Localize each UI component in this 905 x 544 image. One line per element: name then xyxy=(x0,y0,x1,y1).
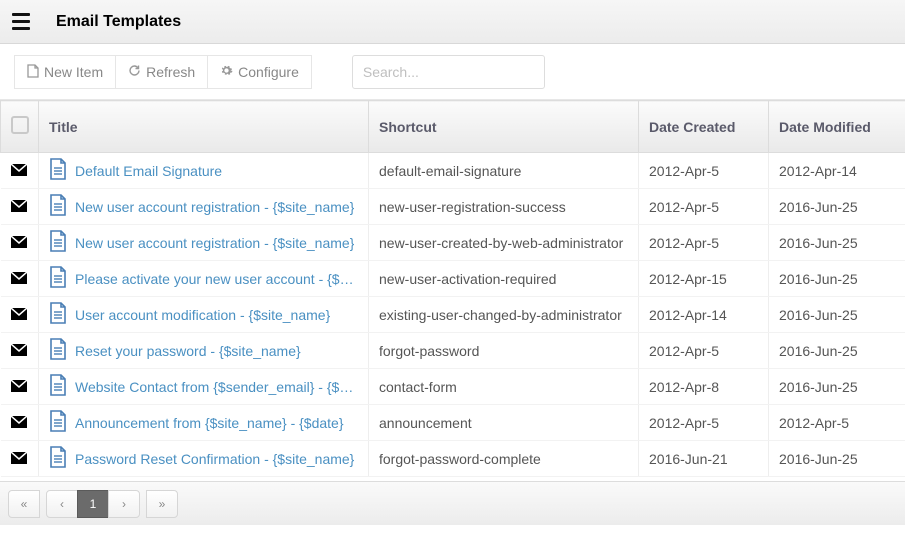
col-header-select xyxy=(1,101,39,153)
template-title-link[interactable]: Website Contact from {$sender_email} - {… xyxy=(75,379,358,395)
document-icon xyxy=(49,446,67,471)
col-header-shortcut[interactable]: Shortcut xyxy=(369,101,639,153)
template-shortcut: announcement xyxy=(369,405,639,441)
template-created: 2012-Apr-8 xyxy=(639,369,769,405)
template-modified: 2016-Jun-25 xyxy=(769,297,905,333)
header-bar: Email Templates xyxy=(0,0,905,44)
template-modified: 2016-Jun-25 xyxy=(769,369,905,405)
template-title-link[interactable]: New user account registration - {$site_n… xyxy=(75,235,354,251)
search-input[interactable] xyxy=(352,55,545,89)
document-icon xyxy=(49,266,67,291)
template-modified: 2016-Jun-25 xyxy=(769,441,905,477)
template-created: 2012-Apr-5 xyxy=(639,189,769,225)
configure-label: Configure xyxy=(238,64,299,80)
envelope-icon[interactable] xyxy=(11,343,27,359)
table-row: Reset your password - {$site_name} forgo… xyxy=(1,333,905,369)
new-item-button[interactable]: New Item xyxy=(14,55,116,89)
menu-icon[interactable] xyxy=(10,9,34,34)
template-title-link[interactable]: Password Reset Confirmation - {$site_nam… xyxy=(75,451,354,467)
page-prev-button[interactable]: ‹ xyxy=(46,490,78,518)
template-shortcut: forgot-password xyxy=(369,333,639,369)
table-row: New user account registration - {$site_n… xyxy=(1,189,905,225)
template-shortcut: contact-form xyxy=(369,369,639,405)
col-header-title[interactable]: Title xyxy=(39,101,369,153)
templates-table: Title Shortcut Date Created Date Modifie… xyxy=(0,100,905,477)
table-row: Announcement from {$site_name} - {$date}… xyxy=(1,405,905,441)
template-modified: 2012-Apr-5 xyxy=(769,405,905,441)
template-shortcut: existing-user-changed-by-administrator xyxy=(369,297,639,333)
template-shortcut: forgot-password-complete xyxy=(369,441,639,477)
template-modified: 2012-Apr-14 xyxy=(769,153,905,189)
envelope-icon[interactable] xyxy=(11,415,27,431)
page-title: Email Templates xyxy=(56,13,181,31)
col-header-modified[interactable]: Date Modified xyxy=(769,101,905,153)
template-created: 2012-Apr-15 xyxy=(639,261,769,297)
configure-button[interactable]: Configure xyxy=(207,55,312,89)
document-icon xyxy=(49,302,67,327)
toolbar: New Item Refresh Configure xyxy=(0,44,905,100)
new-item-label: New Item xyxy=(44,64,103,80)
template-shortcut: new-user-activation-required xyxy=(369,261,639,297)
template-title-link[interactable]: New user account registration - {$site_n… xyxy=(75,199,354,215)
page-next-button[interactable]: › xyxy=(108,490,140,518)
template-modified: 2016-Jun-25 xyxy=(769,225,905,261)
template-modified: 2016-Jun-25 xyxy=(769,189,905,225)
document-icon xyxy=(49,230,67,255)
template-title-link[interactable]: User account modification - {$site_name} xyxy=(75,307,330,323)
envelope-icon[interactable] xyxy=(11,199,27,215)
template-title-link[interactable]: Default Email Signature xyxy=(75,163,222,179)
pagination: « ‹ 1 › » xyxy=(0,481,905,525)
page-first-button[interactable]: « xyxy=(8,490,40,518)
document-icon xyxy=(49,410,67,435)
template-title-link[interactable]: Reset your password - {$site_name} xyxy=(75,343,301,359)
template-modified: 2016-Jun-25 xyxy=(769,333,905,369)
template-shortcut: new-user-created-by-web-administrator xyxy=(369,225,639,261)
refresh-label: Refresh xyxy=(146,64,195,80)
table-row: Password Reset Confirmation - {$site_nam… xyxy=(1,441,905,477)
envelope-icon[interactable] xyxy=(11,235,27,251)
template-created: 2012-Apr-14 xyxy=(639,297,769,333)
select-all-checkbox[interactable] xyxy=(11,116,29,134)
table-row: New user account registration - {$site_n… xyxy=(1,225,905,261)
template-shortcut: default-email-signature xyxy=(369,153,639,189)
template-modified: 2016-Jun-25 xyxy=(769,261,905,297)
refresh-button[interactable]: Refresh xyxy=(115,55,208,89)
envelope-icon[interactable] xyxy=(11,163,27,179)
envelope-icon[interactable] xyxy=(11,379,27,395)
file-icon xyxy=(27,64,39,80)
page-1-button[interactable]: 1 xyxy=(77,490,109,518)
template-title-link[interactable]: Please activate your new user account - … xyxy=(75,271,358,287)
template-shortcut: new-user-registration-success xyxy=(369,189,639,225)
page-last-button[interactable]: » xyxy=(146,490,178,518)
template-title-link[interactable]: Announcement from {$site_name} - {$date} xyxy=(75,415,344,431)
gear-icon xyxy=(220,64,233,79)
template-created: 2012-Apr-5 xyxy=(639,405,769,441)
document-icon xyxy=(49,158,67,183)
template-created: 2012-Apr-5 xyxy=(639,225,769,261)
template-created: 2012-Apr-5 xyxy=(639,333,769,369)
template-created: 2016-Jun-21 xyxy=(639,441,769,477)
document-icon xyxy=(49,194,67,219)
envelope-icon[interactable] xyxy=(11,451,27,467)
document-icon xyxy=(49,374,67,399)
envelope-icon[interactable] xyxy=(11,271,27,287)
document-icon xyxy=(49,338,67,363)
table-row: Please activate your new user account - … xyxy=(1,261,905,297)
table-row: Default Email Signature default-email-si… xyxy=(1,153,905,189)
refresh-icon xyxy=(128,64,141,79)
envelope-icon[interactable] xyxy=(11,307,27,323)
table-row: Website Contact from {$sender_email} - {… xyxy=(1,369,905,405)
col-header-created[interactable]: Date Created xyxy=(639,101,769,153)
table-row: User account modification - {$site_name}… xyxy=(1,297,905,333)
template-created: 2012-Apr-5 xyxy=(639,153,769,189)
